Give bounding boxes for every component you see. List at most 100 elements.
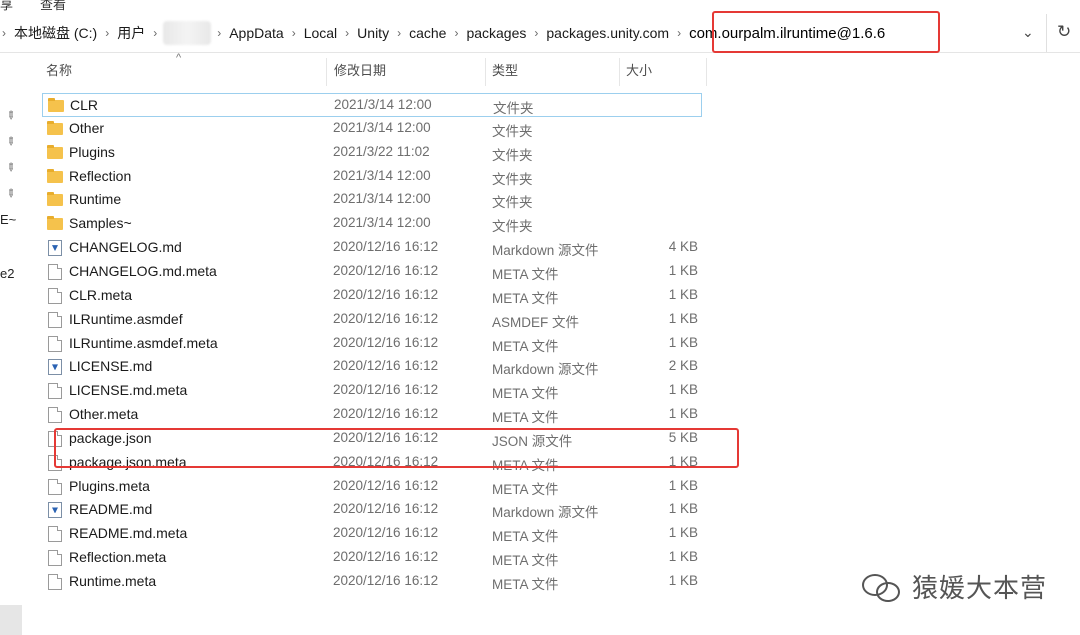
file-name: CLR bbox=[70, 97, 99, 113]
file-size: 1 KB bbox=[668, 382, 698, 398]
file-type: Markdown 源文件 bbox=[492, 362, 599, 378]
breadcrumb-item-drive-c[interactable]: 本地磁盘 (C:) bbox=[8, 23, 103, 43]
breadcrumb-item-local[interactable]: Local bbox=[298, 25, 343, 41]
nav-item-fragment[interactable]: e2 bbox=[0, 266, 14, 281]
nav-scrollbar-thumb[interactable] bbox=[0, 605, 22, 635]
file-row[interactable]: CHANGELOG.md.meta 2020/12/16 16:12 META 文件… bbox=[42, 260, 702, 284]
file-type: 文件夹 bbox=[492, 171, 533, 187]
file-row[interactable]: CLR.meta 2020/12/16 16:12 META 文件 1 KB bbox=[42, 284, 702, 308]
breadcrumb-item-cache[interactable]: cache bbox=[403, 25, 452, 41]
breadcrumb-separator[interactable]: › bbox=[151, 26, 159, 40]
file-modified-date: 2021/3/14 12:00 bbox=[333, 191, 431, 207]
file-size: 1 KB bbox=[668, 262, 698, 278]
file-name: LICENSE.md.meta bbox=[69, 382, 188, 399]
column-divider[interactable] bbox=[326, 58, 327, 86]
file-name: Other bbox=[69, 119, 105, 136]
column-header-size[interactable]: 大小 bbox=[626, 60, 652, 86]
file-row[interactable]: README.md.meta 2020/12/16 16:12 META 文件 1 K… bbox=[42, 522, 702, 546]
folder-icon bbox=[47, 168, 63, 183]
ribbon-tab-view[interactable]: 查看 bbox=[40, 0, 66, 13]
file-row[interactable]: Plugins.meta 2020/12/16 16:12 META 文件 1 KB bbox=[42, 475, 702, 499]
file-row[interactable]: Plugins 2021/3/22 11:02 文件夹 bbox=[42, 141, 702, 165]
breadcrumb-separator[interactable]: › bbox=[532, 26, 540, 40]
file-name: Reflection bbox=[69, 167, 132, 184]
file-modified-date: 2020/12/16 16:12 bbox=[333, 358, 439, 374]
file-row[interactable]: README.md 2020/12/16 16:12 Markdown 源文件 1 K… bbox=[42, 498, 702, 522]
file-type: META 文件 bbox=[492, 577, 559, 592]
file-row[interactable]: CHANGELOG.md 2020/12/16 16:12 Markdown 源文件… bbox=[42, 236, 702, 260]
file-row[interactable]: Other 2021/3/14 12:00 文件夹 bbox=[42, 117, 702, 141]
file-row[interactable]: LICENSE.md 2020/12/16 16:12 Markdown 源文件 2 … bbox=[42, 355, 702, 379]
file-row[interactable]: Samples~ 2021/3/14 12:00 文件夹 bbox=[42, 212, 702, 236]
file-row[interactable]: Other.meta 2020/12/16 16:12 META 文件 1 KB bbox=[42, 403, 702, 427]
column-header-type[interactable]: 类型 bbox=[492, 60, 518, 86]
pin-icon: ✎ bbox=[2, 160, 18, 176]
file-name: ILRuntime.asmdef.meta bbox=[69, 334, 218, 351]
file-name: CHANGELOG.md bbox=[69, 239, 182, 256]
refresh-icon[interactable]: ↻ bbox=[1057, 22, 1071, 42]
file-row[interactable]: Runtime.meta 2020/12/16 16:12 META 文件 1 KB bbox=[42, 570, 702, 594]
file-modified-date: 2020/12/16 16:12 bbox=[333, 262, 439, 278]
breadcrumb-separator[interactable]: › bbox=[103, 26, 111, 40]
chevron-down-icon[interactable]: ⌄ bbox=[1022, 24, 1034, 41]
file-modified-date: 2020/12/16 16:12 bbox=[333, 573, 439, 588]
divider bbox=[1046, 14, 1047, 52]
nav-item-fragment[interactable]: E~ bbox=[0, 212, 16, 227]
file-size: 1 KB bbox=[668, 549, 698, 565]
breadcrumb-separator[interactable]: › bbox=[343, 26, 351, 40]
column-header-date[interactable]: 修改日期 bbox=[334, 60, 386, 86]
file-name: Plugins.meta bbox=[69, 477, 150, 494]
file-type: META 文件 bbox=[492, 410, 559, 426]
pin-icon: ✎ bbox=[2, 134, 18, 150]
file-type: META 文件 bbox=[492, 266, 559, 282]
file-name: Samples~ bbox=[69, 215, 132, 232]
file-type: META 文件 bbox=[492, 290, 559, 306]
navigation-pane[interactable]: ✎ ✎ ✎ ✎ E~ e2 bbox=[0, 52, 24, 635]
file-row[interactable]: ILRuntime.asmdef.meta 2020/12/16 16:12 MET… bbox=[42, 332, 702, 356]
markdown-file-icon bbox=[48, 240, 62, 257]
pin-icon: ✎ bbox=[2, 186, 18, 202]
breadcrumb-item-redacted-username[interactable] bbox=[163, 21, 212, 45]
file-row[interactable]: Reflection 2021/3/14 12:00 文件夹 bbox=[42, 165, 702, 189]
file-type: 文件夹 bbox=[492, 147, 533, 163]
column-divider[interactable] bbox=[619, 58, 620, 86]
file-row[interactable]: Reflection.meta 2020/12/16 16:12 META 文件 1 … bbox=[42, 546, 702, 570]
file-name: CHANGELOG.md.meta bbox=[69, 262, 217, 279]
breadcrumb-item-users[interactable]: 用户 bbox=[111, 23, 151, 43]
file-icon bbox=[48, 407, 62, 424]
markdown-file-icon bbox=[48, 502, 62, 519]
file-row[interactable]: CLR 2021/3/14 12:00 文件夹 bbox=[42, 93, 702, 117]
breadcrumb-item-unity[interactable]: Unity bbox=[351, 25, 395, 41]
file-modified-date: 2020/12/16 16:12 bbox=[333, 239, 439, 255]
file-name: README.md.meta bbox=[69, 525, 188, 542]
watermark: 猿媛大本营 bbox=[862, 568, 1047, 605]
file-type: META 文件 bbox=[492, 386, 559, 402]
file-size: 1 KB bbox=[668, 334, 698, 350]
file-size: 2 KB bbox=[668, 358, 698, 374]
ribbon-tab-share[interactable]: 享 bbox=[0, 0, 13, 13]
breadcrumb-separator[interactable]: › bbox=[452, 26, 460, 40]
address-bar[interactable]: › 本地磁盘 (C:) › 用户 › › AppData › Local › U… bbox=[0, 11, 1080, 53]
file-modified-date: 2020/12/16 16:12 bbox=[333, 477, 439, 493]
breadcrumb-item-packages-unity-com[interactable]: packages.unity.com bbox=[540, 25, 675, 41]
file-type: META 文件 bbox=[492, 481, 559, 497]
breadcrumb-separator[interactable]: › bbox=[215, 26, 223, 40]
breadcrumb-separator[interactable]: › bbox=[290, 26, 298, 40]
file-type: META 文件 bbox=[492, 529, 559, 545]
breadcrumb-separator[interactable]: › bbox=[675, 26, 683, 40]
column-divider[interactable] bbox=[485, 58, 486, 86]
file-row[interactable]: LICENSE.md.meta 2020/12/16 16:12 META 文件 1 … bbox=[42, 379, 702, 403]
file-row[interactable]: Runtime 2021/3/14 12:00 文件夹 bbox=[42, 188, 702, 212]
column-divider[interactable] bbox=[706, 58, 707, 86]
breadcrumb-item-appdata[interactable]: AppData bbox=[223, 25, 289, 41]
file-name: Reflection.meta bbox=[69, 549, 167, 566]
package-json-highlight-annotation bbox=[54, 428, 739, 468]
column-header-name[interactable]: 名称 bbox=[46, 60, 72, 86]
breadcrumb-item-packages[interactable]: packages bbox=[460, 25, 532, 41]
file-name: CLR.meta bbox=[69, 286, 133, 303]
file-modified-date: 2021/3/14 12:00 bbox=[333, 119, 431, 135]
file-modified-date: 2020/12/16 16:12 bbox=[333, 310, 439, 326]
file-row[interactable]: ILRuntime.asmdef 2020/12/16 16:12 ASMDEF 文… bbox=[42, 308, 702, 332]
breadcrumb-separator[interactable]: › bbox=[395, 26, 403, 40]
file-size: 4 KB bbox=[668, 239, 698, 255]
